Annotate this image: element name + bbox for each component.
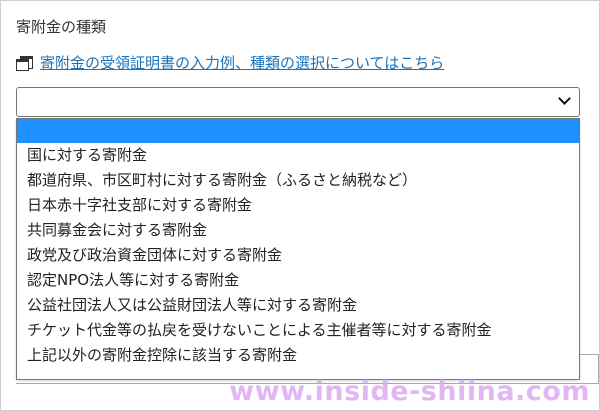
field-label: 寄附金の種類 <box>16 18 107 36</box>
dropdown-option[interactable]: 日本赤十字社支部に対する寄附金 <box>17 193 579 218</box>
dropdown-option[interactable]: 認定NPO法人等に対する寄附金 <box>17 268 579 293</box>
dropdown-option[interactable]: 上記以外の寄附金控除に該当する寄附金 <box>17 343 579 368</box>
dropdown-option-blank[interactable] <box>17 119 579 143</box>
help-link-row[interactable]: 寄附金の受領証明書の入力例、種類の選択についてはこちら <box>16 52 444 73</box>
dropdown-option[interactable]: チケット代金等の払戻を受けないことによる主催者等に対する寄附金 <box>17 318 579 343</box>
dropdown-option[interactable]: 政党及び政治資金団体に対する寄附金 <box>17 243 579 268</box>
dropdown-list[interactable]: 国に対する寄附金 都道府県、市区町村に対する寄附金（ふるさと納税など） 日本赤十… <box>16 118 580 380</box>
chevron-down-icon[interactable] <box>558 92 571 105</box>
dropdown-option[interactable]: 都道府県、市区町村に対する寄附金（ふるさと納税など） <box>17 168 579 193</box>
watermark: www.inside-shiina.com <box>229 376 590 407</box>
donation-type-select[interactable] <box>16 87 580 117</box>
dropdown-option[interactable]: 公益社団法人又は公益財団法人等に対する寄附金 <box>17 293 579 318</box>
dropdown-option[interactable]: 共同募金会に対する寄附金 <box>17 218 579 243</box>
help-link[interactable]: 寄附金の受領証明書の入力例、種類の選択についてはこちら <box>40 52 444 73</box>
dropdown-option[interactable]: 国に対する寄附金 <box>17 143 579 168</box>
window-icon <box>16 56 33 71</box>
